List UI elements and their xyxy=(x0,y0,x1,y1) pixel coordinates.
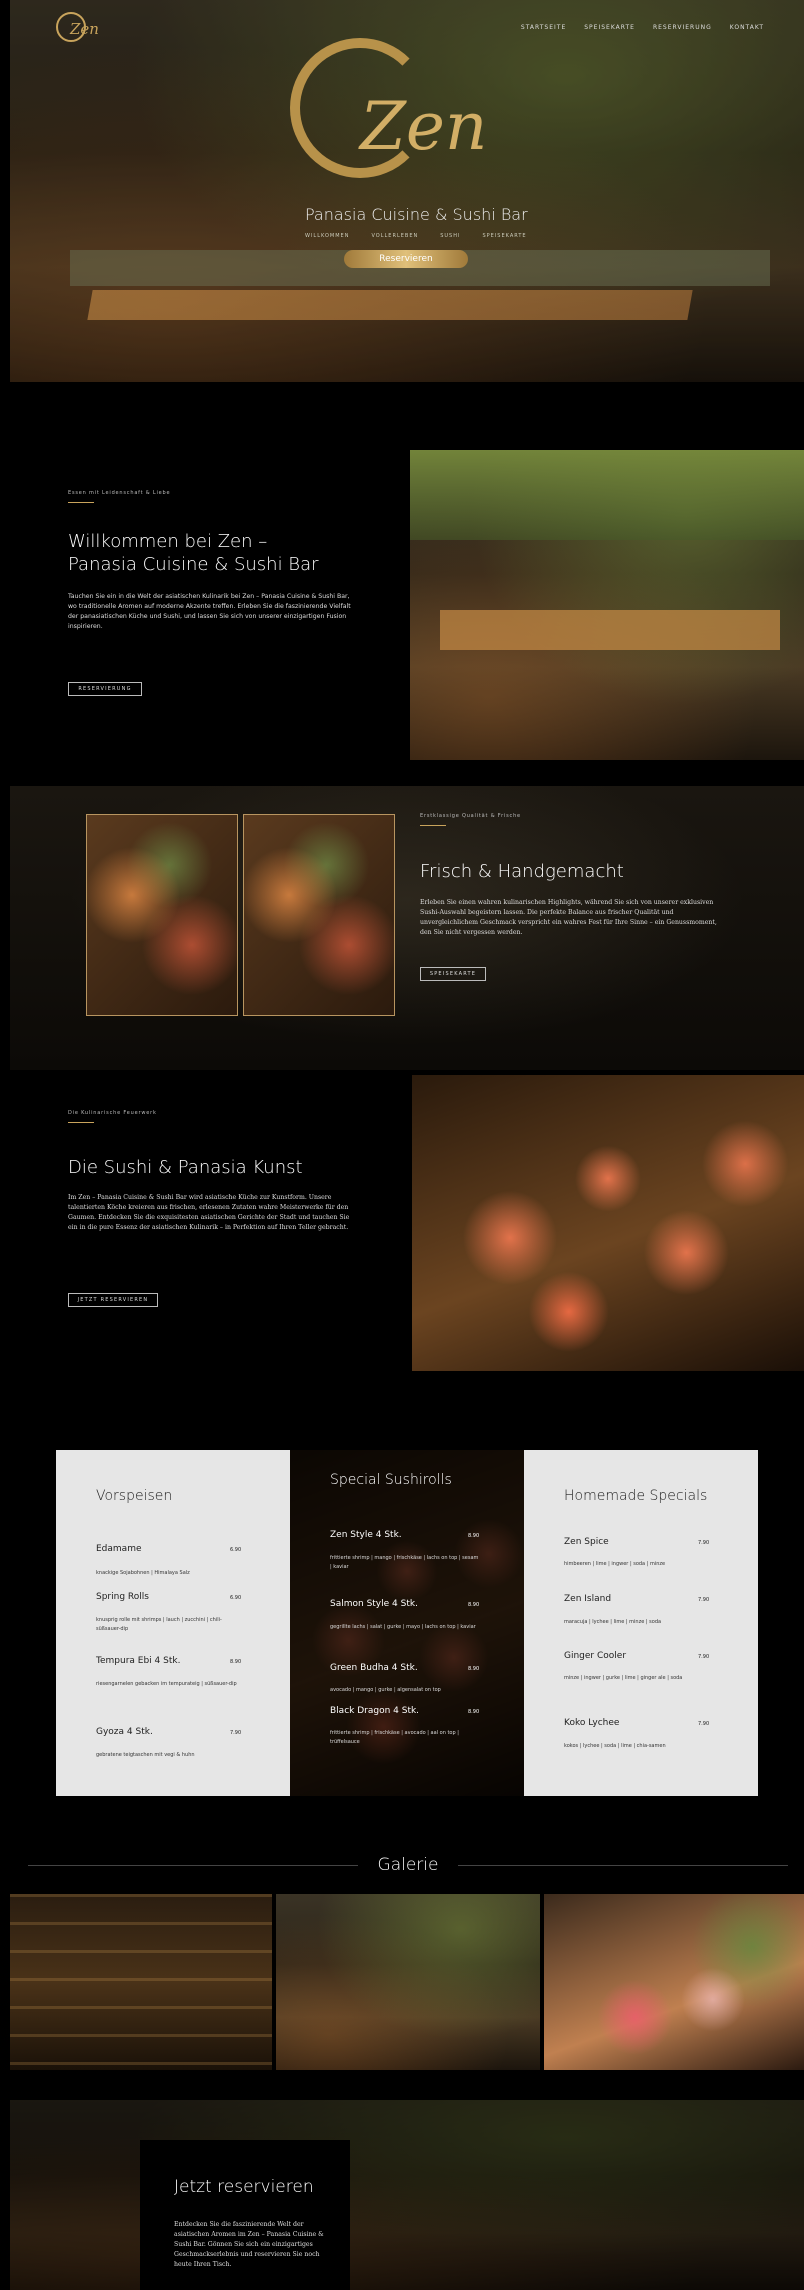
hero-subnav-item[interactable]: VOLLERLEBEN xyxy=(371,233,418,239)
menu-item-price: 8.90 xyxy=(468,1666,480,1672)
menu-card-specials: Homemade Specials Zen Spice 7.90 himbeer… xyxy=(524,1450,758,1796)
menu-item-name: Black Dragon 4 Stk. xyxy=(330,1706,420,1716)
fresh-title: Frisch & Handgemacht xyxy=(420,861,624,882)
hero-subnav-item[interactable]: SUSHI xyxy=(440,233,460,239)
hero-tagline: Panasia Cuisine & Sushi Bar xyxy=(305,205,528,224)
sushi-photo xyxy=(412,1075,804,1371)
reserve-background xyxy=(10,2100,804,2290)
menu-item-price: 7.90 xyxy=(230,1730,242,1736)
gallery-title: Galerie xyxy=(377,1855,439,1875)
welcome-photo xyxy=(410,450,804,760)
menu-item-desc: himbeeren | lime | ingwer | soda | minze xyxy=(564,1561,666,1567)
nav-item-kontakt[interactable]: KONTAKT xyxy=(730,24,764,31)
welcome-text: Tauchen Sie ein in die Welt der asiatisc… xyxy=(68,593,351,630)
hero-subnav: WILLKOMMEN VOLLERLEBEN SUSHI SPEISEKARTE xyxy=(305,233,527,239)
menu-item-price: 7.90 xyxy=(698,1540,710,1546)
sushi-text: Im Zen – Panasia Cuisine & Sushi Bar wir… xyxy=(68,1194,350,1231)
menu-item-name: Zen Island xyxy=(564,1594,612,1604)
menu-item-price: 6.90 xyxy=(230,1595,242,1601)
menu-item-desc: kokos | lychee | soda | lime | chia-same… xyxy=(564,1743,666,1749)
hero-subnav-item[interactable]: SPEISEKARTE xyxy=(482,233,526,239)
sushi-reserve-button[interactable]: JETZT RESERVIEREN xyxy=(68,1293,158,1307)
fresh-menu-button[interactable]: SPEISEKARTE xyxy=(420,967,486,981)
sushi-title: Die Sushi & Panasia Kunst xyxy=(68,1157,303,1178)
menu-item-price: 7.90 xyxy=(698,1721,710,1727)
menu-item-price: 8.90 xyxy=(468,1533,480,1539)
menu-item-price: 8.90 xyxy=(468,1709,480,1715)
menu-item-desc: maracuja | lychee | lime | minze | soda xyxy=(564,1619,662,1625)
menu-card-rolls: Special Sushirolls Zen Style 4 Stk. 8.90… xyxy=(290,1450,524,1796)
fresh-text: Erleben Sie einen wahren kulinarischen H… xyxy=(420,899,717,936)
menu-item-price: 7.90 xyxy=(698,1654,710,1660)
gallery-divider-left xyxy=(28,1865,358,1866)
fresh-photo-left xyxy=(86,814,238,1016)
welcome-reserve-button[interactable]: RESERVIERUNG xyxy=(68,682,142,696)
menu-item-name: Tempura Ebi 4 Stk. xyxy=(96,1656,181,1666)
sushi-eyebrow: Die Kulinarische Feuerwerk xyxy=(68,1110,157,1116)
gallery-photo-bar[interactable] xyxy=(10,1894,272,2070)
welcome-title: Willkommen bei Zen – Panasia Cuisine & S… xyxy=(68,531,319,575)
nav-item-reservierung[interactable]: RESERVIERUNG xyxy=(653,24,712,31)
menu-item-name: Ginger Cooler xyxy=(564,1651,627,1661)
welcome-eyebrow: Essen mit Leidenschaft & Liebe xyxy=(68,490,171,496)
menu-card-title: Homemade Specials xyxy=(564,1488,708,1504)
fresh-photo-right xyxy=(243,814,395,1016)
eyebrow-divider xyxy=(68,1122,94,1123)
menu-item-name: Koko Lychee xyxy=(564,1718,620,1728)
eyebrow-divider xyxy=(420,825,446,826)
menu-item-desc: gebratene teigtaschen mit vegi & huhn xyxy=(96,1752,195,1758)
nav-logo[interactable]: Zen xyxy=(56,12,106,46)
hero-logo: Zen xyxy=(290,38,520,198)
menu-item-name: Spring Rolls xyxy=(96,1592,149,1602)
menu-item-desc: gegrillte lachs | salat | gurke | mayo |… xyxy=(330,1624,476,1630)
menu-card-title: Special Sushirolls xyxy=(330,1472,452,1488)
menu-item-desc: frittierte shrimp | mango | frischkäse |… xyxy=(330,1555,479,1570)
nav-item-startseite[interactable]: STARTSEITE xyxy=(521,24,566,31)
fresh-eyebrow: Erstklassige Qualität & Frische xyxy=(420,813,521,819)
menu-item-desc: knackige Sojabohnen | Himalaya Salz xyxy=(96,1570,190,1576)
hero-subnav-item[interactable]: WILLKOMMEN xyxy=(305,233,349,239)
menu-item-desc: knusprig rolle mit shrimps | lauch | zuc… xyxy=(96,1617,222,1632)
gallery-photo-drinks[interactable] xyxy=(544,1894,804,2070)
menu-item-name: Zen Style 4 Stk. xyxy=(330,1530,402,1540)
nav-item-speisekarte[interactable]: SPEISEKARTE xyxy=(584,24,635,31)
menu-item-name: Green Budha 4 Stk. xyxy=(330,1663,418,1673)
gallery-divider-right xyxy=(458,1865,788,1866)
menu-item-name: Salmon Style 4 Stk. xyxy=(330,1599,418,1609)
menu-item-desc: avocado | mango | gurke | algensalat on … xyxy=(330,1687,441,1693)
menu-item-price: 6.90 xyxy=(230,1547,242,1553)
menu-item-price: 8.90 xyxy=(468,1602,480,1608)
menu-item-desc: minze | ingwer | gurke | lime | ginger a… xyxy=(564,1675,683,1681)
reserve-title: Jetzt reservieren xyxy=(174,2177,314,2197)
eyebrow-divider xyxy=(68,502,94,503)
menu-item-name: Zen Spice xyxy=(564,1537,609,1547)
hero-reserve-button[interactable]: Reservieren xyxy=(344,250,468,268)
gallery-photo-dining[interactable] xyxy=(276,1894,540,2070)
menu-item-name: Edamame xyxy=(96,1544,142,1554)
menu-item-price: 7.90 xyxy=(698,1597,710,1603)
menu-card-starters: Vorspeisen Edamame 6.90 knackige Sojaboh… xyxy=(56,1450,290,1796)
menu-item-price: 8.90 xyxy=(230,1659,242,1665)
top-nav: STARTSEITE SPEISEKARTE RESERVIERUNG KONT… xyxy=(503,24,764,31)
reserve-text: Entdecken Sie die faszinierende Welt der… xyxy=(174,2221,324,2268)
menu-card-title: Vorspeisen xyxy=(96,1488,173,1504)
menu-item-desc: frittierte shrimp | frischkäse | avocado… xyxy=(330,1730,459,1745)
menu-item-desc: riesengarnelen gebacken im tempurateig |… xyxy=(96,1681,237,1687)
menu-item-name: Gyoza 4 Stk. xyxy=(96,1727,153,1737)
